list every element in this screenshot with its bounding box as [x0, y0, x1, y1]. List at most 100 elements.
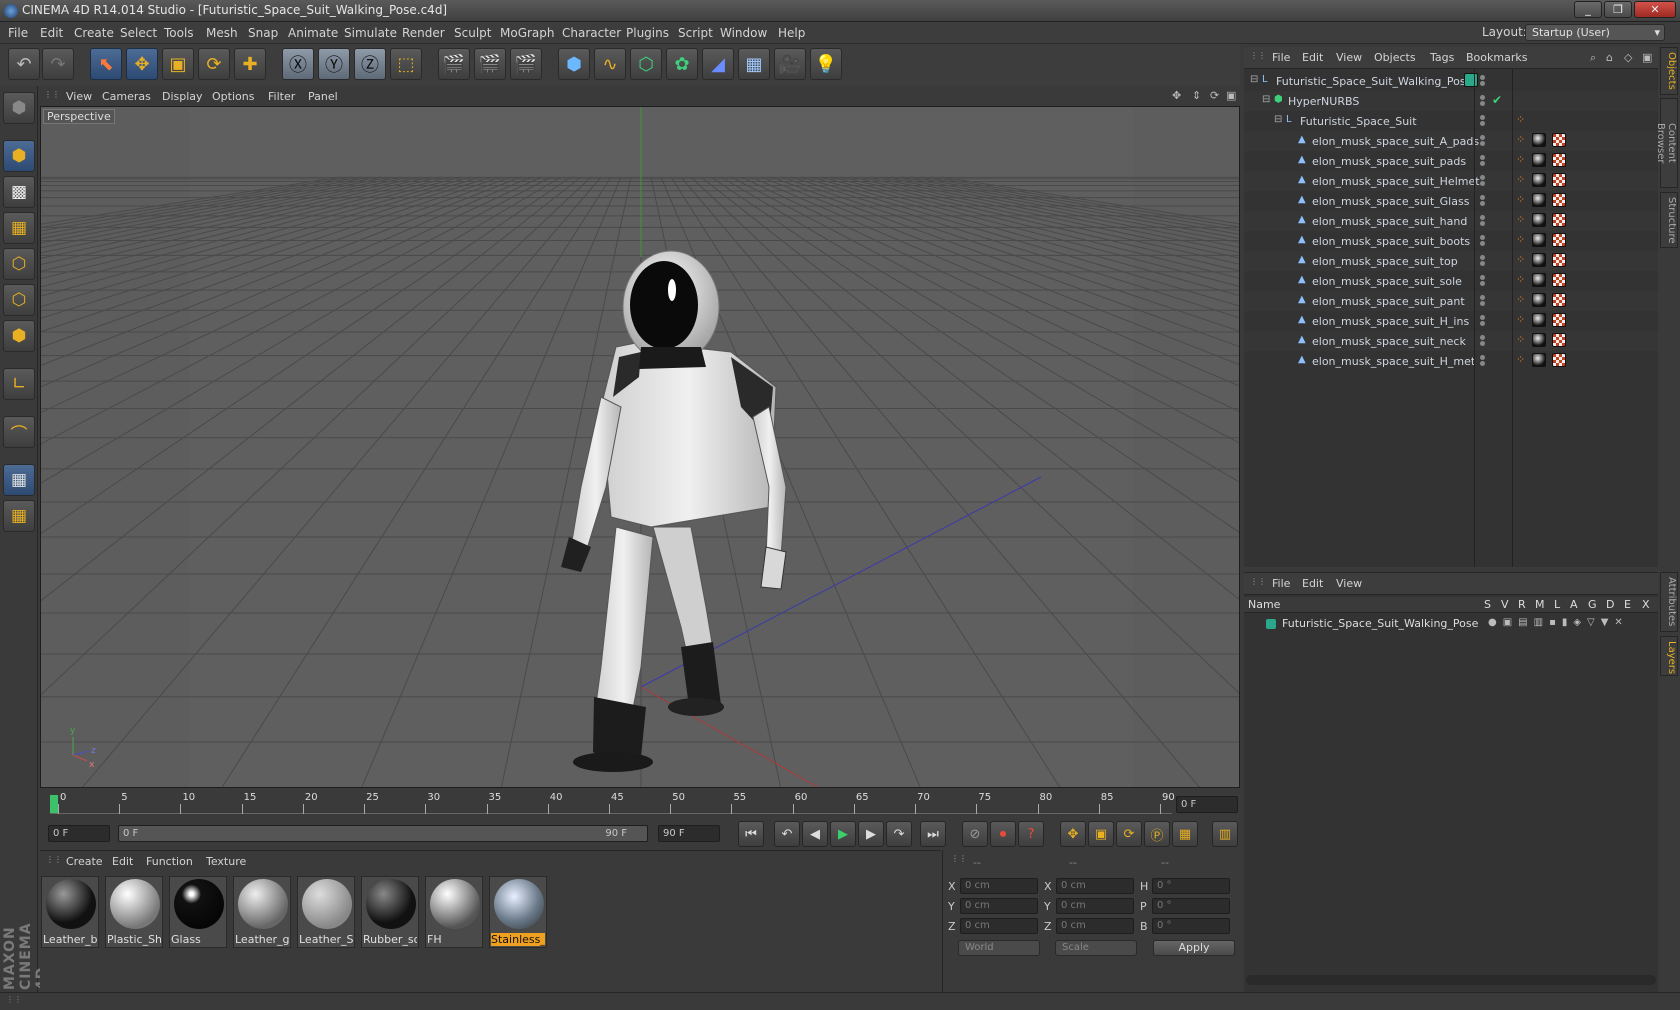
- current-frame-field[interactable]: 0 F: [1176, 796, 1238, 813]
- object-row[interactable]: ▲ elon_musk_space_suit_Glass ⁘: [1244, 191, 1658, 211]
- expand-toggle-icon[interactable]: ⊟: [1250, 75, 1260, 85]
- col-deformers[interactable]: D: [1606, 598, 1614, 611]
- menu-mesh[interactable]: Mesh: [206, 26, 238, 40]
- workplane-lock-button[interactable]: ▦: [3, 464, 35, 496]
- polygons-mode-button[interactable]: ⬢: [3, 320, 35, 352]
- snap-toggle-button[interactable]: ⌒: [3, 416, 35, 448]
- render-settings-button[interactable]: 🎬: [510, 48, 542, 80]
- key-rotation-button[interactable]: ⟳: [1116, 821, 1142, 847]
- texture-tag-icon[interactable]: [1552, 273, 1566, 287]
- visibility-dots[interactable]: [1480, 275, 1488, 287]
- object-row[interactable]: ▲ elon_musk_space_suit_pant ⁘: [1244, 291, 1658, 311]
- object-row[interactable]: ▲ elon_musk_space_suit_boots ⁘: [1244, 231, 1658, 251]
- menu-render[interactable]: Render: [402, 26, 445, 40]
- previous-key-button[interactable]: ↶: [774, 821, 800, 847]
- col-expressions[interactable]: E: [1624, 598, 1631, 611]
- lm-menu-file[interactable]: File: [1272, 577, 1290, 590]
- mat-menu-function[interactable]: Function: [146, 855, 193, 868]
- edges-mode-button[interactable]: ⬡: [3, 284, 35, 316]
- vp-menu-panel[interactable]: Panel: [308, 90, 338, 103]
- new-window-icon[interactable]: ▣: [1642, 51, 1652, 64]
- start-frame-field[interactable]: 0 F: [48, 825, 110, 842]
- position-z-field[interactable]: 0 cm: [960, 918, 1038, 934]
- size-y-field[interactable]: 0 cm: [1056, 898, 1134, 914]
- layer-tag-icon[interactable]: [1464, 73, 1478, 87]
- object-name[interactable]: elon_musk_space_suit_sole: [1312, 275, 1462, 288]
- menu-edit[interactable]: Edit: [40, 26, 63, 40]
- key-position-button[interactable]: ✥: [1060, 821, 1086, 847]
- phong-tag-icon[interactable]: ⁘: [1516, 193, 1525, 206]
- texture-tag-icon[interactable]: [1552, 173, 1566, 187]
- material-swatch[interactable]: Glass: [169, 876, 227, 948]
- timeline-window-button[interactable]: ▥: [1212, 821, 1238, 847]
- previous-frame-button[interactable]: ◀: [802, 821, 828, 847]
- vp-menu-cameras[interactable]: Cameras: [102, 90, 151, 103]
- expand-toggle-icon[interactable]: ⊟: [1262, 95, 1272, 105]
- x-axis-lock-button[interactable]: Ⓧ: [282, 48, 314, 80]
- object-name[interactable]: elon_musk_space_suit_neck: [1312, 335, 1466, 348]
- object-name[interactable]: elon_musk_space_suit_boots: [1312, 235, 1470, 248]
- search-icon[interactable]: ⌕: [1590, 51, 1596, 65]
- position-y-field[interactable]: 0 cm: [960, 898, 1038, 914]
- menu-help[interactable]: Help: [778, 26, 805, 40]
- rotation-p-field[interactable]: 0 °: [1152, 898, 1230, 914]
- material-swatch[interactable]: FH: [425, 876, 483, 948]
- visibility-dots[interactable]: [1480, 295, 1488, 307]
- menu-file[interactable]: File: [8, 26, 28, 40]
- home-icon[interactable]: ⌂: [1606, 51, 1613, 64]
- end-frame-field[interactable]: 90 F: [658, 825, 720, 842]
- object-name[interactable]: Futuristic_Space_Suit: [1300, 115, 1417, 128]
- layer-flag-icons[interactable]: ●▣▤▥▪▮◈▽▼✕: [1488, 617, 1629, 628]
- keyframe-selection-button[interactable]: ?: [1018, 821, 1044, 847]
- material-tag-icon[interactable]: [1532, 233, 1546, 247]
- tab-content-browser[interactable]: Content Browser: [1655, 98, 1678, 188]
- go-to-start-button[interactable]: ⏮: [738, 821, 764, 847]
- visibility-dots[interactable]: [1480, 355, 1488, 367]
- vp-menu-view[interactable]: View: [66, 90, 92, 103]
- material-tag-icon[interactable]: [1532, 333, 1546, 347]
- visibility-dots[interactable]: [1480, 195, 1488, 207]
- apply-button[interactable]: Apply: [1153, 940, 1235, 956]
- col-name[interactable]: Name: [1248, 598, 1280, 611]
- object-name[interactable]: elon_musk_space_suit_H_ins: [1312, 315, 1469, 328]
- coordinate-system-button[interactable]: ⬚: [390, 48, 422, 80]
- key-pla-button[interactable]: ▦: [1172, 821, 1198, 847]
- add-cube-button[interactable]: ⬢: [558, 48, 590, 80]
- tab-layers[interactable]: Layers: [1660, 636, 1678, 676]
- col-locked[interactable]: L: [1554, 598, 1560, 611]
- object-name[interactable]: elon_musk_space_suit_A_pads: [1312, 135, 1479, 148]
- menu-tools[interactable]: Tools: [164, 26, 194, 40]
- material-swatch[interactable]: Leather_ST: [297, 876, 355, 948]
- texture-tag-icon[interactable]: [1552, 213, 1566, 227]
- om-menu-view[interactable]: View: [1336, 51, 1362, 64]
- visibility-dots[interactable]: [1480, 215, 1488, 227]
- visibility-dots[interactable]: [1480, 115, 1488, 127]
- phong-tag-icon[interactable]: ⁘: [1516, 233, 1525, 246]
- material-swatch-selected[interactable]: Stainless_S: [489, 876, 547, 948]
- material-tag-icon[interactable]: [1532, 273, 1546, 287]
- go-to-end-button[interactable]: ⏭: [920, 821, 946, 847]
- menu-character[interactable]: Character: [562, 26, 621, 40]
- vp-menu-options[interactable]: Options: [212, 90, 254, 103]
- material-swatch[interactable]: Leather_bo: [41, 876, 99, 948]
- add-camera-button[interactable]: 🎥: [774, 48, 806, 80]
- material-swatch[interactable]: Plastic_Shir: [105, 876, 163, 948]
- tab-objects[interactable]: Objects: [1660, 47, 1678, 95]
- mat-menu-texture[interactable]: Texture: [206, 855, 246, 868]
- recent-tool-button[interactable]: ✚: [234, 48, 266, 80]
- phong-tag-icon[interactable]: ⁘: [1516, 173, 1525, 186]
- texture-tag-icon[interactable]: [1552, 153, 1566, 167]
- menu-create[interactable]: Create: [74, 26, 114, 40]
- add-spline-button[interactable]: ∿: [594, 48, 626, 80]
- coordinate-mode-select[interactable]: World: [958, 940, 1040, 956]
- material-swatch[interactable]: Rubber_so: [361, 876, 419, 948]
- key-parameter-button[interactable]: Ⓟ: [1144, 821, 1170, 847]
- menu-script[interactable]: Script: [678, 26, 713, 40]
- position-x-field[interactable]: 0 cm: [960, 878, 1038, 894]
- col-manager[interactable]: M: [1535, 598, 1545, 611]
- next-frame-button[interactable]: ▶: [858, 821, 884, 847]
- object-row[interactable]: ▲ elon_musk_space_suit_pads ⁘: [1244, 151, 1658, 171]
- texture-tag-icon[interactable]: [1552, 193, 1566, 207]
- model-mode-button[interactable]: ⬢: [3, 140, 35, 172]
- menu-plugins[interactable]: Plugins: [626, 26, 669, 40]
